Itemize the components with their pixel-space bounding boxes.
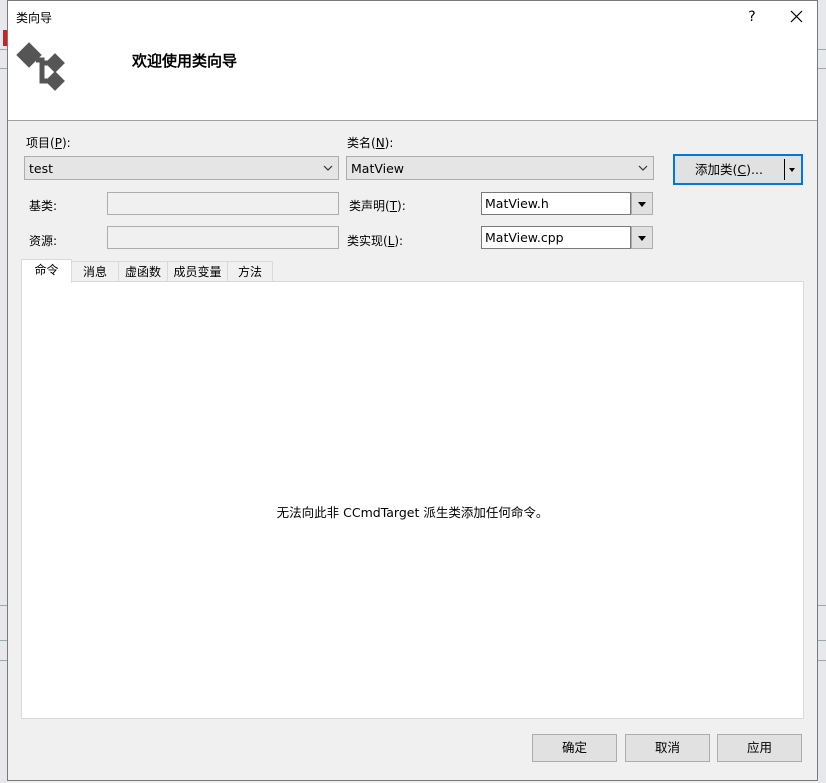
resource-field <box>107 226 339 249</box>
class-impl-label: 类实现(L): <box>347 234 404 248</box>
class-decl-dropdown-button[interactable] <box>631 192 653 215</box>
project-combobox[interactable]: test <box>24 156 339 180</box>
dropdown-arrow-icon <box>638 202 646 207</box>
apply-button[interactable]: 应用 <box>717 734 802 762</box>
base-class-label: 基类: <box>29 199 58 213</box>
base-class-field <box>107 192 339 215</box>
background-divider <box>818 605 826 606</box>
ok-button[interactable]: 确定 <box>532 734 617 762</box>
help-button[interactable]: ? <box>740 6 764 28</box>
class-wizard-dialog: 类向导 ? 欢迎使用类向导 项目(P): test 类名(N): MatView… <box>7 0 818 781</box>
resource-label: 资源: <box>29 234 58 248</box>
background-divider <box>818 640 826 641</box>
title-bar: 类向导 ? <box>8 1 817 32</box>
classname-label: 类名(N): <box>347 136 394 150</box>
window-title: 类向导 <box>16 11 53 25</box>
classname-value: MatView <box>351 161 405 176</box>
no-commands-message: 无法向此非 CCmdTarget 派生类添加任何命令。 <box>276 505 549 520</box>
tab-member-variables[interactable]: 成员变量 <box>167 261 228 282</box>
commands-panel: 无法向此非 CCmdTarget 派生类添加任何命令。 <box>21 281 804 719</box>
cancel-button[interactable]: 取消 <box>625 734 710 762</box>
classname-combobox[interactable]: MatView <box>346 156 654 180</box>
class-decl-label: 类声明(T): <box>349 199 406 213</box>
dropdown-arrow-icon[interactable] <box>789 168 795 172</box>
add-class-button-label[interactable]: 添加类(C)... <box>675 156 783 183</box>
class-impl-dropdown-button[interactable] <box>631 226 653 249</box>
tab-methods[interactable]: 方法 <box>227 261 273 282</box>
close-icon <box>790 10 803 23</box>
class-wizard-icon <box>16 42 65 91</box>
class-decl-field[interactable]: MatView.h <box>481 192 631 215</box>
background-divider <box>818 68 826 69</box>
dropdown-arrow-icon <box>638 236 646 241</box>
class-impl-field[interactable]: MatView.cpp <box>481 226 631 249</box>
chevron-down-icon <box>323 165 333 171</box>
background-app-right-edge <box>818 0 826 783</box>
wizard-banner: 欢迎使用类向导 <box>8 32 817 121</box>
project-label: 项目(P): <box>26 136 71 150</box>
background-divider <box>818 660 826 661</box>
split-divider <box>784 159 785 180</box>
close-button[interactable] <box>783 5 809 29</box>
class-impl-value: MatView.cpp <box>485 230 564 245</box>
add-class-button[interactable]: 添加类(C)... <box>673 154 803 185</box>
project-value: test <box>29 161 54 176</box>
class-decl-value: MatView.h <box>485 196 549 211</box>
chevron-down-icon <box>638 165 648 171</box>
welcome-heading: 欢迎使用类向导 <box>132 52 238 70</box>
tab-commands[interactable]: 命令 <box>21 259 72 283</box>
tab-virtual-functions[interactable]: 虚函数 <box>118 261 168 282</box>
tab-messages[interactable]: 消息 <box>71 261 119 282</box>
background-divider <box>818 49 826 50</box>
